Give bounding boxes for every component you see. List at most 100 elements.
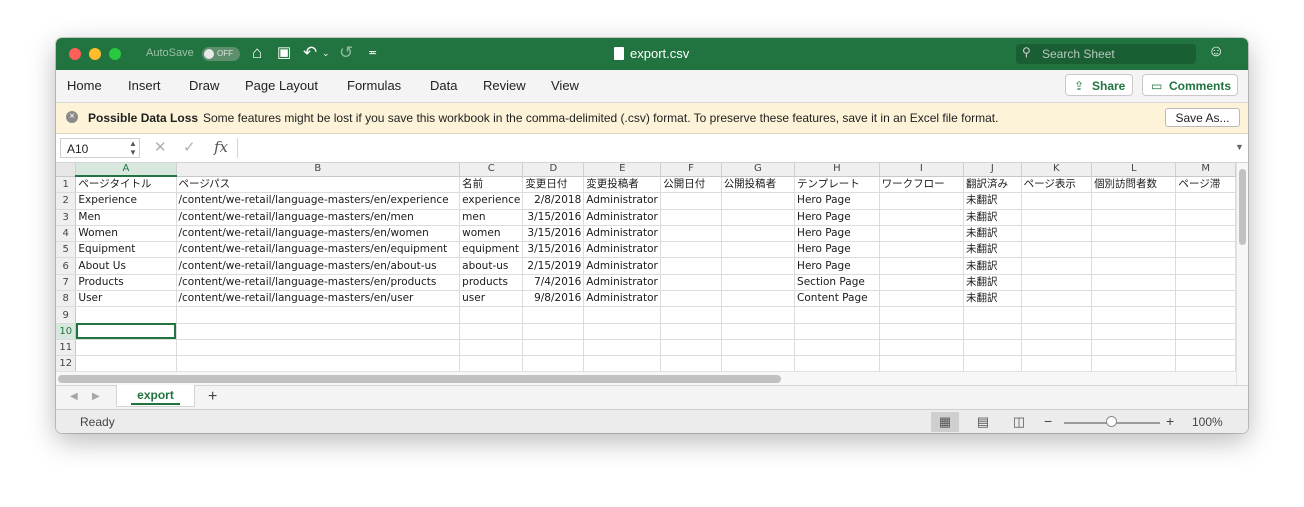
tab-view[interactable]: View — [551, 78, 579, 93]
cell[interactable] — [660, 274, 722, 292]
column-header[interactable]: M — [1175, 163, 1236, 177]
cell[interactable]: Products — [75, 274, 177, 292]
cell[interactable] — [721, 290, 796, 308]
cell[interactable]: 未翻訳 — [963, 209, 1022, 226]
dismiss-warning-icon[interactable]: × — [66, 111, 78, 123]
cell[interactable]: Hero Page — [794, 257, 880, 275]
row-header[interactable]: 9 — [56, 306, 77, 324]
cell[interactable]: /content/we-retail/language-masters/en/e… — [176, 192, 461, 210]
cell[interactable] — [721, 257, 796, 275]
cell[interactable] — [721, 323, 796, 340]
cell[interactable]: about-us — [459, 257, 524, 275]
cell[interactable] — [176, 339, 461, 357]
cell[interactable] — [721, 274, 796, 292]
cell[interactable] — [583, 355, 662, 371]
search-input[interactable] — [1042, 47, 1192, 61]
customize-toolbar-icon[interactable]: ≖ — [368, 42, 377, 64]
cell[interactable]: 変更日付 — [522, 176, 585, 194]
undo-dropdown-icon[interactable]: ⌄ — [322, 42, 330, 64]
expand-formula-icon[interactable]: ▼ — [1235, 142, 1244, 152]
cell[interactable] — [583, 339, 662, 357]
cell[interactable]: ページパス — [176, 176, 461, 194]
cell[interactable] — [522, 339, 585, 357]
cell[interactable] — [1175, 274, 1236, 292]
comments-button[interactable]: ▭ Comments — [1142, 74, 1238, 96]
cell[interactable] — [75, 339, 177, 357]
cell[interactable] — [879, 306, 965, 324]
cell[interactable]: 2/15/2019 — [522, 257, 585, 275]
column-header[interactable]: L — [1091, 163, 1177, 177]
cell[interactable]: Section Page — [794, 274, 880, 292]
cell[interactable] — [1091, 209, 1177, 226]
cell[interactable]: 公開日付 — [660, 176, 722, 194]
horizontal-scrollbar[interactable] — [56, 371, 1236, 386]
cell[interactable] — [879, 257, 965, 275]
cell[interactable]: 未翻訳 — [963, 274, 1022, 292]
tab-formulas[interactable]: Formulas — [347, 78, 401, 93]
cell[interactable] — [721, 192, 796, 210]
cell[interactable]: products — [459, 274, 524, 292]
column-header[interactable]: I — [879, 163, 965, 177]
cell[interactable] — [1021, 274, 1093, 292]
cell[interactable]: Administrator — [583, 192, 662, 210]
select-all-corner[interactable] — [56, 163, 77, 177]
cell[interactable] — [721, 306, 796, 324]
cell[interactable] — [1021, 225, 1093, 243]
cell[interactable] — [879, 192, 965, 210]
cell[interactable] — [1175, 225, 1236, 243]
cell[interactable] — [879, 290, 965, 308]
normal-view-icon[interactable]: ▦ — [931, 412, 959, 432]
cell[interactable] — [1091, 225, 1177, 243]
tab-draw[interactable]: Draw — [189, 78, 219, 93]
maximize-window-button[interactable] — [109, 48, 121, 60]
cell[interactable]: /content/we-retail/language-masters/en/w… — [176, 225, 461, 243]
cell[interactable] — [1091, 274, 1177, 292]
column-header[interactable]: H — [794, 163, 880, 177]
column-header[interactable]: E — [583, 163, 662, 177]
add-sheet-button[interactable]: + — [208, 388, 217, 406]
cell[interactable]: Hero Page — [794, 241, 880, 259]
cell[interactable]: Men — [75, 209, 177, 226]
tab-page-layout[interactable]: Page Layout — [245, 78, 318, 93]
autosave-toggle[interactable]: OFF — [202, 47, 240, 61]
minimize-window-button[interactable] — [89, 48, 101, 60]
cell[interactable] — [459, 306, 524, 324]
cell[interactable] — [879, 225, 965, 243]
cell[interactable] — [459, 339, 524, 357]
cell[interactable] — [1021, 290, 1093, 308]
cell[interactable] — [1091, 339, 1177, 357]
column-header[interactable]: A — [75, 163, 177, 177]
cell[interactable]: Content Page — [794, 290, 880, 308]
tab-review[interactable]: Review — [483, 78, 526, 93]
cell[interactable] — [583, 306, 662, 324]
cell[interactable] — [879, 339, 965, 357]
cell[interactable]: Equipment — [75, 241, 177, 259]
column-header[interactable]: C — [459, 163, 524, 177]
cell[interactable] — [660, 306, 722, 324]
cell[interactable] — [1175, 355, 1236, 371]
zoom-in-button[interactable]: + — [1166, 413, 1174, 429]
prev-sheet-icon[interactable]: ◀ — [70, 391, 78, 402]
row-header[interactable]: 7 — [56, 274, 77, 292]
cell[interactable]: experience — [459, 192, 524, 210]
cell[interactable]: Administrator — [583, 290, 662, 308]
cell[interactable] — [1021, 323, 1093, 340]
cell[interactable] — [721, 355, 796, 371]
cell[interactable] — [1021, 339, 1093, 357]
cell[interactable] — [1175, 192, 1236, 210]
page-break-icon[interactable]: ◫ — [1005, 412, 1033, 432]
cell[interactable] — [176, 323, 461, 340]
cell[interactable]: 7/4/2016 — [522, 274, 585, 292]
cell[interactable] — [660, 339, 722, 357]
cell[interactable] — [1091, 290, 1177, 308]
cell[interactable]: ワークフロー — [879, 176, 965, 194]
cell[interactable]: ページ滞 — [1175, 176, 1236, 194]
cell[interactable] — [1091, 306, 1177, 324]
name-box[interactable]: A10 ▲ ▼ — [60, 138, 140, 158]
cell[interactable]: /content/we-retail/language-masters/en/u… — [176, 290, 461, 308]
cell[interactable]: /content/we-retail/language-masters/en/p… — [176, 274, 461, 292]
row-header[interactable]: 8 — [56, 290, 77, 308]
cell[interactable]: Hero Page — [794, 209, 880, 226]
cell[interactable] — [963, 355, 1022, 371]
row-header[interactable]: 3 — [56, 209, 77, 226]
